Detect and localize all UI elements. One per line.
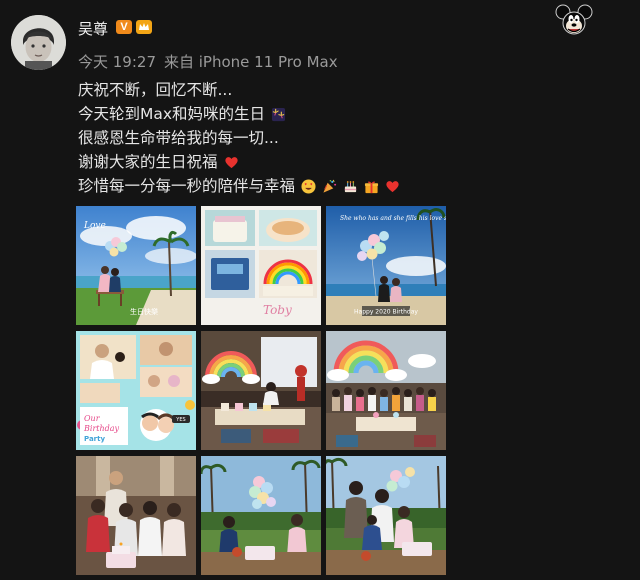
photo-thumbnail[interactable]: She who has and she fills his love songs… — [326, 206, 446, 325]
caption-line-text: 很感恩生命带给我的每一切... — [78, 129, 279, 147]
photo-caption: Toby — [263, 303, 292, 317]
party-popper-emoji-icon — [323, 179, 337, 193]
photo-thumbnail[interactable] — [201, 456, 321, 575]
user-badges: V — [116, 20, 152, 34]
photo-thumbnail[interactable] — [76, 456, 196, 575]
mickey-decoration-icon — [555, 4, 593, 36]
caption-line-text: 谢谢大家的生日祝福 — [78, 153, 218, 171]
caption-line: 今天轮到Max和妈咪的生日 — [78, 102, 400, 126]
post-meta: 今天 19:27 来自 iPhone 11 Pro Max — [78, 51, 338, 72]
avatar[interactable] — [11, 15, 66, 70]
caption-line-text: 珍惜每一分每一秒的陪伴与幸福 — [78, 177, 296, 195]
birthday-cake-emoji-icon — [344, 180, 357, 192]
photo-thumbnail[interactable] — [326, 331, 446, 450]
photo-thumbnail[interactable] — [201, 331, 321, 450]
photo-grid: Love 生日快樂 Toby She who has and she fills… — [76, 206, 446, 575]
photo-thumbnail[interactable]: Toby — [201, 206, 321, 325]
svg-text:Birthday: Birthday — [83, 424, 120, 433]
caption-line: 珍惜每一分每一秒的陪伴与幸福 — [78, 174, 400, 198]
red-heart-emoji-icon — [224, 156, 238, 168]
username[interactable]: 吴尊 — [78, 18, 108, 39]
crown-badge-icon — [136, 20, 152, 34]
post-time: 今天 19:27 — [78, 53, 156, 71]
photo-thumbnail[interactable]: Our Birthday Party YES — [76, 331, 196, 450]
photo-caption: Party — [84, 435, 105, 443]
gift-emoji-icon — [364, 181, 379, 193]
fireworks-emoji-icon — [271, 107, 286, 121]
photo-thumbnail[interactable]: Love 生日快樂 — [76, 206, 196, 325]
svg-text:Love: Love — [83, 221, 106, 231]
caption-line: 很感恩生命带给我的每一切... — [78, 126, 400, 150]
post-caption: 庆祝不断，回忆不断... 今天轮到Max和妈咪的生日 很感恩生命带给我的每一切.… — [78, 78, 400, 198]
svg-text:YES: YES — [175, 417, 185, 423]
svg-text:Our: Our — [84, 414, 101, 423]
caption-line: 庆祝不断，回忆不断... — [78, 78, 400, 102]
heart-eyes-emoji-icon — [301, 178, 316, 194]
caption-line-text: 庆祝不断，回忆不断... — [78, 81, 233, 99]
red-heart-emoji-icon — [386, 180, 399, 192]
caption-line: 谢谢大家的生日祝福 — [78, 150, 400, 174]
photo-thumbnail[interactable] — [326, 456, 446, 575]
photo-caption: 生日快樂 — [130, 307, 158, 316]
post-source[interactable]: 来自 iPhone 11 Pro Max — [164, 51, 338, 72]
svg-text:She who has and she fills his: She who has and she fills his love songs — [340, 215, 446, 222]
caption-line-text: 今天轮到Max和妈咪的生日 — [78, 105, 266, 123]
photo-caption: Happy 2020 Birthday — [354, 309, 418, 316]
verified-badge: V — [116, 20, 132, 34]
